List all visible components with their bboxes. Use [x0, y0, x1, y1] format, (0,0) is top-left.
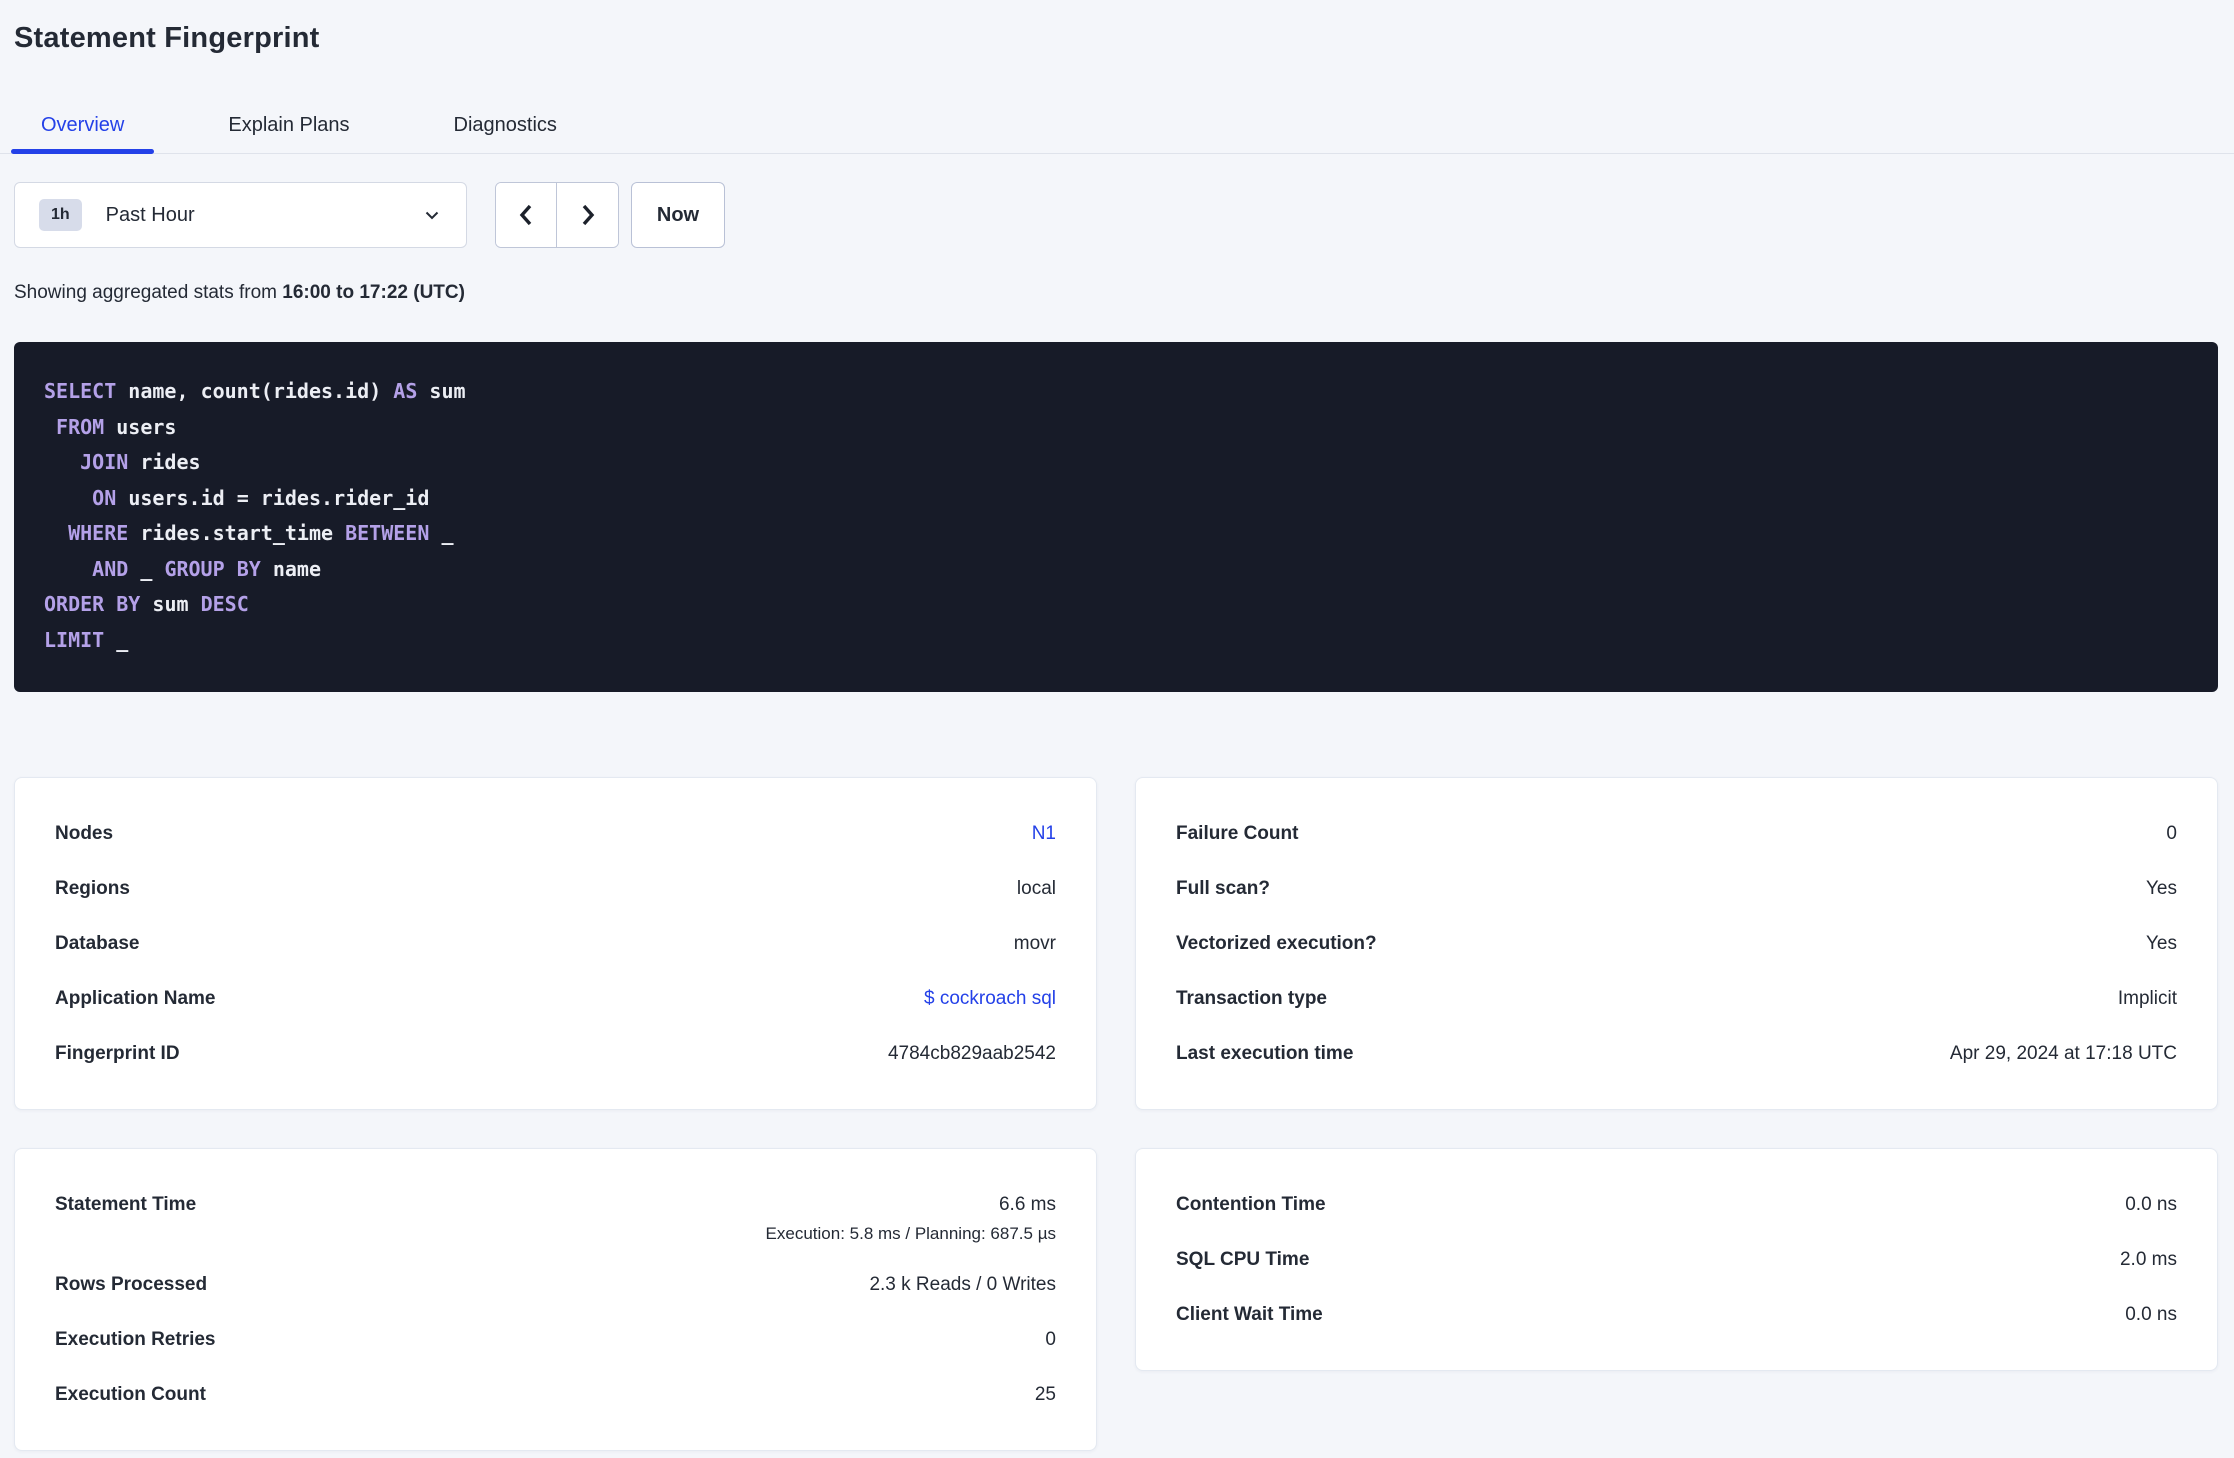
interval-badge: 1h: [39, 199, 82, 231]
chevron-right-icon: [582, 204, 594, 226]
next-time-button[interactable]: [557, 183, 618, 247]
row-value: movr: [1013, 932, 1056, 954]
row-label: Execution Count: [55, 1383, 206, 1405]
page-title: Statement Fingerprint: [14, 22, 320, 54]
row-label: Regions: [55, 877, 130, 899]
time-controls: 1h Past Hour Now: [14, 182, 2218, 248]
row-value: Implicit: [2117, 987, 2177, 1009]
card-execution-attributes: Failure Count 0 Full scan? Yes Vectorize…: [1135, 777, 2218, 1110]
row-value: Apr 29, 2024 at 17:18 UTC: [1949, 1042, 2177, 1064]
stat-row-execution-retries: Execution Retries 0: [55, 1312, 1056, 1367]
row-label: Vectorized execution?: [1176, 932, 1377, 954]
stat-row-client-wait-time: Client Wait Time 0.0 ns: [1176, 1287, 2177, 1342]
stat-row-transaction-type: Transaction type Implicit: [1176, 971, 2177, 1026]
tab-diagnostics[interactable]: Diagnostics: [424, 114, 587, 153]
sql-code-line: SELECT name, count(rides.id) AS sum: [44, 379, 466, 403]
chevron-down-icon: [425, 211, 439, 220]
stat-row-database: Database movr: [55, 916, 1056, 971]
row-value: 4784cb829aab2542: [887, 1042, 1056, 1064]
row-label: Application Name: [55, 987, 216, 1009]
row-label: Database: [55, 932, 140, 954]
prev-time-button[interactable]: [496, 183, 557, 247]
aggregation-stats-text: Showing aggregated stats from 16:00 to 1…: [14, 282, 2218, 304]
sql-code-line: FROM users: [56, 414, 177, 439]
stat-row-contention-time: Contention Time 0.0 ns: [1176, 1177, 2177, 1232]
row-value: local: [1016, 877, 1056, 899]
row-label: Nodes: [55, 822, 114, 844]
row-value: 0: [2166, 822, 2177, 844]
stat-row-full-scan: Full scan? Yes: [1176, 861, 2177, 916]
row-label: Statement Time: [55, 1194, 197, 1215]
statement-time-values: 6.6 ms Execution: 5.8 ms / Planning: 687…: [766, 1177, 1056, 1257]
card-wait-times: Contention Time 0.0 ns SQL CPU Time 2.0 …: [1135, 1148, 2218, 1371]
now-button[interactable]: Now: [631, 182, 725, 248]
stat-row-fingerprint-id: Fingerprint ID 4784cb829aab2542: [55, 1026, 1056, 1081]
time-interval-dropdown[interactable]: 1h Past Hour: [14, 182, 467, 248]
statement-fingerprint-page: Statement Fingerprint Overview Explain P…: [0, 0, 2234, 1451]
time-window-arrows: [495, 182, 619, 248]
row-value: 0.0 ns: [2125, 1193, 2177, 1215]
card-timing-stats: Statement Time 6.6 ms Execution: 5.8 ms …: [14, 1148, 1097, 1451]
sql-code-line: ORDER BY sum DESC: [44, 592, 249, 616]
time-interval-selected-value: Past Hour: [105, 203, 195, 226]
row-label: Failure Count: [1176, 822, 1299, 844]
stat-row-statement-time: Statement Time 6.6 ms Execution: 5.8 ms …: [55, 1177, 1056, 1257]
tabs-bar: Overview Explain Plans Diagnostics: [0, 114, 2234, 154]
row-value: 0: [1045, 1328, 1056, 1350]
row-value: 2.3 k Reads / 0 Writes: [869, 1273, 1056, 1295]
sql-code-line: WHERE rides.start_time BETWEEN _: [68, 521, 454, 545]
stat-row-last-execution-time: Last execution time Apr 29, 2024 at 17:1…: [1176, 1026, 2177, 1081]
tab-explain-plans-label: Explain Plans: [228, 114, 350, 136]
stat-row-nodes: Nodes N1: [55, 806, 1056, 861]
row-label: Client Wait Time: [1176, 1303, 1323, 1325]
row-label: Contention Time: [1176, 1193, 1326, 1215]
sql-code-line: LIMIT _: [44, 627, 129, 652]
nodes-link[interactable]: N1: [1032, 823, 1056, 845]
stat-row-regions: Regions local: [55, 861, 1056, 916]
chevron-left-icon: [519, 204, 532, 226]
tab-explain-plans[interactable]: Explain Plans: [198, 114, 379, 153]
tab-overview[interactable]: Overview: [11, 114, 155, 154]
aggregation-stats-prefix: Showing aggregated stats from: [14, 282, 277, 303]
stat-row-execution-count: Execution Count 25: [55, 1367, 1056, 1422]
stat-row-vectorized-execution: Vectorized execution? Yes: [1176, 916, 2177, 971]
sql-code-line: ON users.id = rides.rider_id: [92, 485, 430, 510]
row-value: Yes: [2146, 932, 2177, 954]
sql-code-line: AND _ GROUP BY name: [92, 556, 322, 581]
sql-statement-box: SELECT name, count(rides.id) AS sum FROM…: [14, 342, 2218, 692]
stats-cards-grid: Nodes N1 Regions local Database movr App…: [14, 777, 2218, 1451]
tab-diagnostics-label: Diagnostics: [453, 114, 557, 136]
tab-overview-label: Overview: [41, 114, 125, 136]
aggregation-stats-range: 16:00 to 17:22 (UTC): [282, 282, 465, 303]
row-value: 2.0 ms: [2119, 1248, 2177, 1270]
statement-time-breakdown: Execution: 5.8 ms / Planning: 687.5 µs: [765, 1224, 1056, 1243]
row-label: Execution Retries: [55, 1328, 216, 1350]
stat-row-failure-count: Failure Count 0: [1176, 806, 2177, 861]
card-statement-details: Nodes N1 Regions local Database movr App…: [14, 777, 1097, 1110]
row-label: Full scan?: [1176, 877, 1270, 899]
stat-row-rows-processed: Rows Processed 2.3 k Reads / 0 Writes: [55, 1257, 1056, 1312]
row-label: Transaction type: [1176, 987, 1327, 1009]
application-name-link[interactable]: $ cockroach sql: [924, 988, 1056, 1010]
row-label: Rows Processed: [55, 1273, 208, 1295]
row-value: 0.0 ns: [2125, 1303, 2177, 1325]
row-label: Last execution time: [1176, 1042, 1354, 1064]
stat-row-application-name: Application Name $ cockroach sql: [55, 971, 1056, 1026]
row-label: Fingerprint ID: [55, 1042, 180, 1064]
row-label: SQL CPU Time: [1176, 1248, 1310, 1270]
row-value: Yes: [2146, 877, 2177, 899]
stat-row-sql-cpu-time: SQL CPU Time 2.0 ms: [1176, 1232, 2177, 1287]
sql-code-line: JOIN rides: [80, 450, 201, 474]
row-value: 25: [1034, 1383, 1056, 1405]
